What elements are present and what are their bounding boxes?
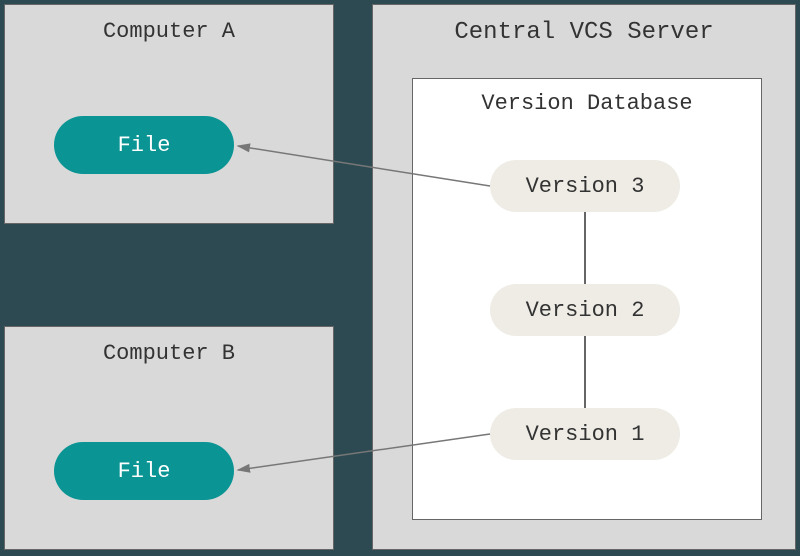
version-3-pill: Version 3 xyxy=(490,160,680,212)
computer-a-box: Computer A xyxy=(4,4,334,224)
computer-b-file-pill: File xyxy=(54,442,234,500)
server-title: Central VCS Server xyxy=(373,19,795,46)
computer-a-title: Computer A xyxy=(5,19,333,44)
computer-b-file-label: File xyxy=(118,459,171,484)
version-1-label: Version 1 xyxy=(526,422,645,447)
computer-a-file-pill: File xyxy=(54,116,234,174)
computer-a-file-label: File xyxy=(118,133,171,158)
computer-b-title: Computer B xyxy=(5,341,333,366)
computer-b-box: Computer B xyxy=(4,326,334,550)
version-1-pill: Version 1 xyxy=(490,408,680,460)
version-database-title: Version Database xyxy=(413,91,761,116)
version-3-label: Version 3 xyxy=(526,174,645,199)
version-2-pill: Version 2 xyxy=(490,284,680,336)
version-2-label: Version 2 xyxy=(526,298,645,323)
